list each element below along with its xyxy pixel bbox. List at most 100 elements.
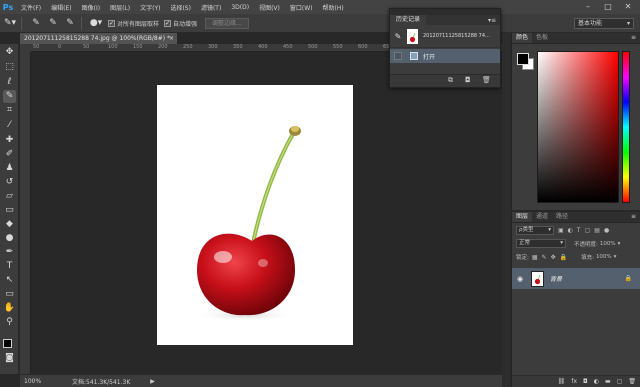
filter-type-icon[interactable]: T <box>577 227 581 234</box>
eraser-tool-icon[interactable]: ▱ <box>3 190 16 203</box>
ruler-origin[interactable] <box>20 44 31 52</box>
zoom-level[interactable]: 100% <box>24 378 52 385</box>
tab-layers[interactable]: 图层 <box>512 212 533 222</box>
lock-position-icon[interactable]: ✥ <box>551 254 556 261</box>
tab-history[interactable]: 历史记录 <box>390 15 427 25</box>
healing-brush-tool-icon[interactable]: ✚ <box>3 134 16 147</box>
auto-enhance-checkbox[interactable]: ✓ 自动增强 <box>164 19 197 28</box>
close-button[interactable]: ✕ <box>622 3 634 11</box>
mask-icon[interactable]: ◘ <box>583 378 588 385</box>
folder-icon[interactable]: ▬ <box>605 378 611 385</box>
link-icon[interactable]: ⛓ <box>558 378 566 385</box>
document-tab[interactable]: 20120711125815288 74.jpg @ 100%(RGB/8#) … <box>20 33 177 44</box>
foreground-color-swatch[interactable] <box>517 53 529 65</box>
foreground-color-swatch[interactable] <box>3 339 12 348</box>
add-to-selection-icon[interactable]: ✎ <box>46 16 60 30</box>
blur-tool-icon[interactable]: ◆ <box>3 218 16 231</box>
zoom-tool-icon[interactable]: ⚲ <box>3 316 16 329</box>
menu-edit[interactable]: 编辑(E) <box>46 3 76 12</box>
hue-slider[interactable] <box>622 51 630 203</box>
lock-transparent-icon[interactable]: ▦ <box>532 254 538 261</box>
chevron-down-icon[interactable]: ▾ <box>614 254 617 260</box>
clone-stamp-tool-icon[interactable]: ♟ <box>3 162 16 175</box>
panel-menu-icon[interactable]: ≡ <box>631 212 636 222</box>
lock-pixels-icon[interactable]: ✎ <box>542 254 547 261</box>
refine-edge-button[interactable]: 调整边缘... <box>205 17 249 29</box>
path-selection-tool-icon[interactable]: ↖ <box>3 274 16 287</box>
menu-3d[interactable]: 3D(D) <box>226 4 254 11</box>
menu-filter[interactable]: 滤镜(T) <box>196 3 226 12</box>
menu-layer[interactable]: 图层(L) <box>105 3 135 12</box>
new-selection-brush-icon[interactable]: ✎ <box>29 16 43 30</box>
status-menu-arrow-icon[interactable]: ▶ <box>150 378 155 385</box>
tool-preset-picker-icon[interactable]: ✎▾ <box>3 16 17 30</box>
move-tool-icon[interactable]: ✥ <box>3 46 16 59</box>
subtract-from-selection-icon[interactable]: ✎ <box>63 16 77 30</box>
menu-type[interactable]: 文字(Y) <box>135 3 165 12</box>
filter-smart-object-icon[interactable]: ▤ <box>594 227 600 234</box>
brush-size-picker-icon[interactable]: ●▾ <box>89 16 103 30</box>
menu-help[interactable]: 帮助(H) <box>318 3 349 12</box>
quick-selection-tool-icon[interactable]: ✎ <box>3 90 16 103</box>
panel-menu-icon[interactable]: ≡ <box>631 33 636 43</box>
history-state[interactable]: 打开 <box>390 49 500 63</box>
trash-icon[interactable]: 🗑 <box>628 378 636 385</box>
chevron-down-icon[interactable]: ▾ <box>618 241 621 247</box>
workspace-select[interactable]: 基本功能 ▾ <box>574 17 634 29</box>
close-icon[interactable]: × <box>169 33 174 44</box>
gradient-tool-icon[interactable]: ▭ <box>3 204 16 217</box>
menu-view[interactable]: 视图(V) <box>254 3 285 12</box>
quick-mask-icon[interactable]: ◙ <box>3 352 16 365</box>
maximize-button[interactable]: □ <box>602 3 614 11</box>
menu-file[interactable]: 文件(F) <box>16 3 46 12</box>
fx-icon[interactable]: fx <box>571 378 577 385</box>
blend-mode-select[interactable]: 正常 ▾ <box>516 239 566 248</box>
document-canvas[interactable] <box>157 85 353 345</box>
pen-tool-icon[interactable]: ✒ <box>3 246 16 259</box>
history-brush-tool-icon[interactable]: ↺ <box>3 176 16 189</box>
document-tabs: 20120711125815288 74.jpg @ 100%(RGB/8#) … <box>20 33 388 44</box>
layer-filter-row: ρ类型 ▾ ▣ ◐ T ▢ ▤ ● <box>512 226 640 235</box>
panel-menu-icon[interactable]: ▾≡ <box>488 17 496 24</box>
layer-row[interactable]: ◉ 背景 🔒 <box>512 268 640 289</box>
tab-swatches[interactable]: 色板 <box>532 33 552 43</box>
history-snapshot[interactable]: ✎ 20120711125815288 74... <box>390 25 500 48</box>
type-tool-icon[interactable]: T <box>3 260 16 273</box>
lasso-tool-icon[interactable]: ℓ <box>3 76 16 89</box>
filter-toggle-icon[interactable]: ● <box>604 227 609 234</box>
layer-filter-kind-select[interactable]: ρ类型 ▾ <box>516 226 554 235</box>
menu-window[interactable]: 窗口(W) <box>285 3 318 12</box>
tab-color[interactable]: 颜色 <box>512 33 533 43</box>
brush-tool-icon[interactable]: ✐ <box>3 148 16 161</box>
fill-value[interactable]: 100% <box>596 254 612 260</box>
history-brush-source-icon[interactable]: ✎ <box>392 32 404 41</box>
adjustment-icon[interactable]: ◐ <box>594 378 599 385</box>
workspace-value: 基本功能 <box>578 19 603 27</box>
eyedropper-tool-icon[interactable]: ⁄ <box>3 119 16 132</box>
menu-select[interactable]: 选择(S) <box>165 3 196 12</box>
filter-adjustment-icon[interactable]: ◐ <box>568 227 573 234</box>
sample-all-layers-checkbox[interactable]: ✓ 对所有图层取样 <box>108 19 159 28</box>
menu-image[interactable]: 图像(I) <box>77 3 105 12</box>
marquee-tool-icon[interactable]: ⬚ <box>3 61 16 74</box>
color-spectrum-field[interactable] <box>537 51 619 203</box>
crop-tool-icon[interactable]: ⌗ <box>3 104 16 117</box>
lock-all-icon[interactable]: 🔒 <box>560 254 567 261</box>
new-document-from-state-icon[interactable]: ⧉ <box>448 76 453 85</box>
tab-paths[interactable]: 路径 <box>552 212 572 222</box>
opacity-value[interactable]: 100% <box>600 241 616 247</box>
dodge-tool-icon[interactable]: ● <box>3 232 16 245</box>
tab-channels[interactable]: 通道 <box>532 212 552 222</box>
minimize-button[interactable]: – <box>582 3 594 11</box>
rectangle-tool-icon[interactable]: ▭ <box>3 288 16 301</box>
new-layer-icon[interactable]: ▢ <box>617 378 623 385</box>
ruler-tick: 200 <box>158 44 168 50</box>
history-brush-source-checkbox[interactable] <box>394 52 402 60</box>
hand-tool-icon[interactable]: ✋ <box>3 302 16 315</box>
trash-icon[interactable]: 🗑 <box>482 76 491 84</box>
history-tabbar: 历史记录 ▾≡ <box>390 15 500 25</box>
eye-icon[interactable]: ◉ <box>515 275 525 283</box>
filter-pixel-icon[interactable]: ▣ <box>558 227 564 234</box>
camera-icon[interactable]: ◘ <box>465 76 471 84</box>
filter-shape-icon[interactable]: ▢ <box>585 227 591 234</box>
